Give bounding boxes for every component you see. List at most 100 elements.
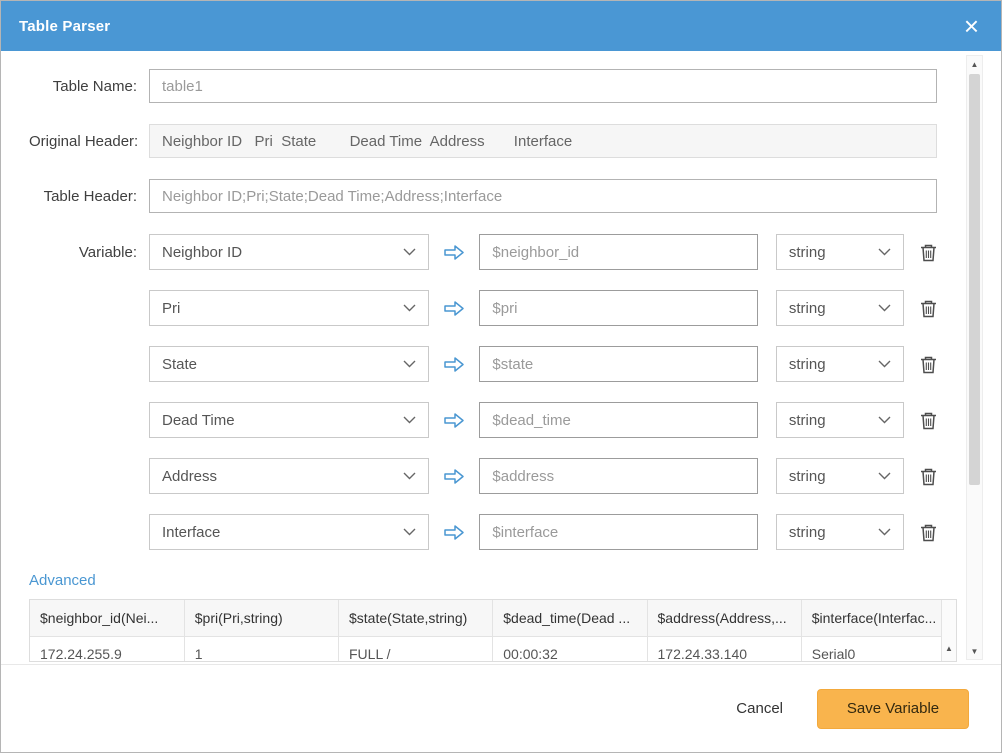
save-variable-button[interactable]: Save Variable — [817, 689, 969, 729]
column-select[interactable]: Address — [149, 458, 429, 494]
variable-name-input[interactable] — [479, 458, 757, 494]
column-header: $state(State,string) — [339, 600, 493, 636]
arrow-right-icon — [429, 524, 479, 541]
table-row: 172.24.255.9 1 FULL / 00:00:32 172.24.33… — [30, 636, 956, 662]
variable-name-input[interactable] — [479, 234, 757, 270]
trash-icon[interactable] — [920, 355, 937, 374]
type-select-value: string — [789, 300, 826, 317]
variable-name-input[interactable] — [479, 402, 757, 438]
dialog-body: Table Name: Original Header: Neighbor ID… — [1, 51, 1001, 664]
column-header: $pri(Pri,string) — [184, 600, 338, 636]
variable-row: Interface string — [29, 514, 937, 550]
trash-icon[interactable] — [920, 523, 937, 542]
cancel-button[interactable]: Cancel — [736, 700, 783, 717]
column-select-value: Pri — [162, 300, 180, 317]
arrow-right-icon — [429, 412, 479, 429]
column-select-value: Neighbor ID — [162, 244, 242, 261]
scrollbar-track[interactable] — [967, 72, 982, 643]
trash-icon[interactable] — [920, 299, 937, 318]
arrow-right-icon — [429, 244, 479, 261]
column-select-value: State — [162, 356, 197, 373]
table-header-row: Table Header: — [29, 179, 937, 213]
table-name-input[interactable] — [149, 69, 937, 103]
table-header-input[interactable] — [149, 179, 937, 213]
scroll-down-icon[interactable]: ▼ — [967, 643, 982, 659]
dialog-footer: Cancel Save Variable — [1, 664, 1001, 752]
type-select[interactable]: string — [776, 458, 904, 494]
chevron-down-icon — [403, 416, 416, 424]
scrollbar-thumb[interactable] — [969, 74, 980, 485]
variable-label: Variable: — [29, 244, 149, 261]
scroll-up-icon[interactable]: ▲ — [967, 56, 982, 72]
type-select[interactable]: string — [776, 346, 904, 382]
chevron-down-icon — [403, 528, 416, 536]
table-cell: FULL / — [339, 636, 493, 662]
dialog-header: Table Parser × — [1, 1, 1001, 51]
variable-row: Address string — [29, 458, 937, 494]
type-select-value: string — [789, 356, 826, 373]
trash-icon[interactable] — [920, 467, 937, 486]
chevron-down-icon — [878, 360, 891, 368]
type-select-value: string — [789, 244, 826, 261]
chevron-down-icon — [878, 472, 891, 480]
original-header-row: Original Header: Neighbor ID Pri State D… — [29, 124, 937, 158]
type-select-value: string — [789, 468, 826, 485]
arrow-right-icon — [429, 356, 479, 373]
table-cell: 172.24.255.9 — [30, 636, 184, 662]
trash-icon[interactable] — [920, 411, 937, 430]
table-scrollbar[interactable]: ▲ — [941, 600, 956, 661]
table-parser-dialog: Table Parser × Table Name: Original Head… — [0, 0, 1002, 753]
trash-icon[interactable] — [920, 243, 937, 262]
type-select-value: string — [789, 524, 826, 541]
chevron-down-icon — [403, 360, 416, 368]
column-select[interactable]: Interface — [149, 514, 429, 550]
variable-name-input[interactable] — [479, 514, 757, 550]
close-icon[interactable]: × — [960, 13, 983, 39]
variable-name-input[interactable] — [479, 290, 757, 326]
chevron-down-icon — [878, 248, 891, 256]
column-header: $neighbor_id(Nei... — [30, 600, 184, 636]
type-select[interactable]: string — [776, 402, 904, 438]
advanced-link[interactable]: Advanced — [29, 572, 96, 589]
variable-row: Dead Time string — [29, 402, 937, 438]
column-select[interactable]: State — [149, 346, 429, 382]
scroll-up-icon[interactable]: ▲ — [942, 640, 956, 656]
column-select[interactable]: Neighbor ID — [149, 234, 429, 270]
table-name-row: Table Name: — [29, 69, 937, 103]
table-cell: 1 — [184, 636, 338, 662]
column-header: $dead_time(Dead ... — [493, 600, 647, 636]
type-select[interactable]: string — [776, 514, 904, 550]
table-header-label: Table Header: — [29, 188, 149, 205]
table-header-row: $neighbor_id(Nei... $pri(Pri,string) $st… — [30, 600, 956, 636]
column-header: $interface(Interfac... — [801, 600, 955, 636]
chevron-down-icon — [878, 416, 891, 424]
table-cell: Serial0 — [801, 636, 955, 662]
column-header: $address(Address,... — [647, 600, 801, 636]
table-name-label: Table Name: — [29, 78, 149, 95]
vertical-scrollbar[interactable]: ▲ ▼ — [966, 55, 983, 660]
dialog-title: Table Parser — [19, 18, 110, 35]
variable-row: State string — [29, 346, 937, 382]
variable-row: Pri string — [29, 290, 937, 326]
original-header-label: Original Header: — [29, 133, 149, 150]
type-select[interactable]: string — [776, 290, 904, 326]
chevron-down-icon — [403, 248, 416, 256]
chevron-down-icon — [878, 528, 891, 536]
advanced-preview-table: $neighbor_id(Nei... $pri(Pri,string) $st… — [29, 599, 957, 662]
variable-name-input[interactable] — [479, 346, 757, 382]
column-select-value: Address — [162, 468, 217, 485]
original-header-field: Neighbor ID Pri State Dead Time Address … — [149, 124, 937, 158]
chevron-down-icon — [403, 304, 416, 312]
type-select-value: string — [789, 412, 826, 429]
type-select[interactable]: string — [776, 234, 904, 270]
table-cell: 00:00:32 — [493, 636, 647, 662]
table-cell: 172.24.33.140 — [647, 636, 801, 662]
chevron-down-icon — [403, 472, 416, 480]
arrow-right-icon — [429, 468, 479, 485]
variable-row: Variable: Neighbor ID string — [29, 234, 937, 270]
column-select-value: Interface — [162, 524, 220, 541]
column-select[interactable]: Pri — [149, 290, 429, 326]
arrow-right-icon — [429, 300, 479, 317]
chevron-down-icon — [878, 304, 891, 312]
column-select[interactable]: Dead Time — [149, 402, 429, 438]
